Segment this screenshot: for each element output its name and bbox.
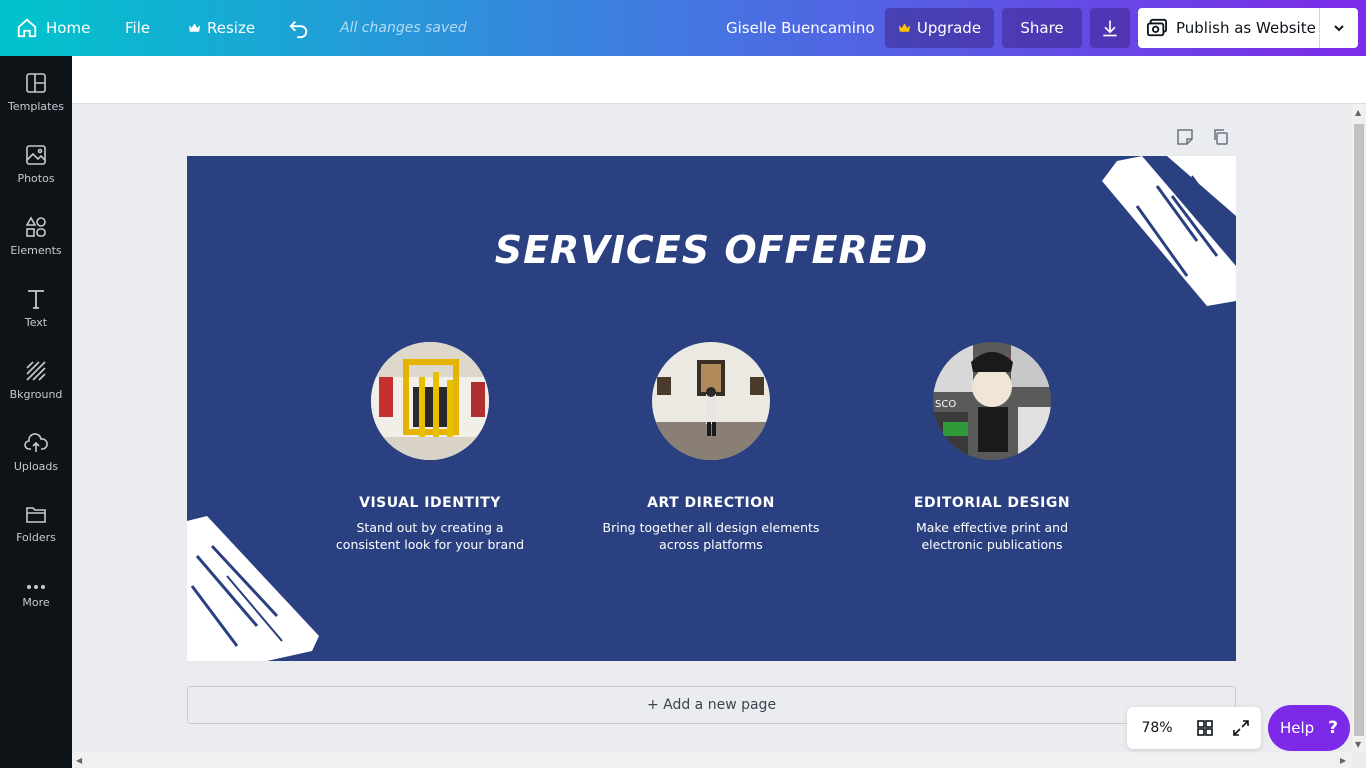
publish-options-button[interactable] [1320,8,1358,48]
duplicate-page-button[interactable] [1212,128,1230,148]
scroll-up-icon[interactable]: ▲ [1355,108,1361,117]
upgrade-label: Upgrade [916,19,982,37]
uploads-icon [24,432,48,452]
scrollbar-thumb[interactable] [1354,124,1364,736]
save-status: All changes saved [340,20,467,36]
scroll-left-icon[interactable]: ◀ [76,756,82,765]
top-toolbar: Home File Resize All changes saved Gisel… [0,0,1366,56]
sidebar-item-label: More [22,595,50,609]
zoom-controls: 78% [1127,707,1261,749]
service-name: EDITORIAL DESIGN [913,495,1071,511]
service-card[interactable]: ART DIRECTION Bring together all design … [591,342,831,553]
sidebar-item-label: Photos [17,171,55,185]
copy-icon [1214,129,1228,145]
home-label: Home [46,19,91,37]
website-icon [1146,18,1167,37]
templates-icon [26,72,46,93]
vertical-scrollbar[interactable]: ▲ ▼ [1352,104,1366,752]
home-button[interactable]: Home [16,0,90,56]
zoom-level[interactable]: 78% [1127,720,1187,736]
add-page-button[interactable]: + Add a new page [187,686,1236,724]
sidebar-item-templates[interactable]: Templates [0,56,72,128]
undo-button[interactable] [288,0,310,56]
folders-icon [26,506,46,523]
service-image: SCO [933,342,1051,460]
scroll-down-icon[interactable]: ▼ [1355,740,1361,749]
sidebar-item-label: Elements [10,243,62,257]
horizontal-scrollbar[interactable]: ◀ ▶ [72,752,1352,768]
sidebar-item-label: Folders [16,530,56,544]
grid-icon [1197,720,1213,736]
service-description-line: consistent look for your brand [335,537,525,552]
expand-icon [1233,720,1249,736]
sidebar-item-elements[interactable]: Elements [0,200,72,272]
background-icon [26,360,46,381]
design-title[interactable]: SERVICES OFFERED [187,228,1236,272]
service-description-line: across platforms [659,537,763,552]
share-label: Share [1020,19,1064,37]
sidebar-item-label: Text [24,315,48,329]
question-icon: ? [1328,718,1339,738]
photos-icon [26,144,46,165]
download-button[interactable] [1090,8,1130,48]
sidebar-item-label: Uploads [13,459,59,473]
resize-label: Resize [207,19,256,37]
upgrade-button[interactable]: Upgrade [885,8,994,48]
text-icon [28,289,44,309]
service-description-line: Stand out by creating a [356,520,504,535]
fullscreen-button[interactable] [1223,707,1259,749]
service-name: VISUAL IDENTITY [359,495,501,511]
brush-stroke-decoration [187,516,319,661]
sidebar-item-background[interactable]: Bkground [0,344,72,416]
grid-view-button[interactable] [1187,707,1223,749]
publish-website-button[interactable]: Publish as Website [1138,8,1358,48]
sidebar-item-label: Bkground [9,387,63,401]
service-name: ART DIRECTION [647,495,775,511]
file-menu-button[interactable]: File [125,0,150,56]
elements-icon [25,215,46,237]
service-description: Make effective print and electronic publ… [872,519,1112,553]
scroll-right-icon[interactable]: ▶ [1340,756,1346,765]
service-description: Stand out by creating a consistent look … [310,519,550,553]
undo-icon [289,20,308,39]
resize-button[interactable]: Resize [188,0,255,56]
sidebar-item-text[interactable]: Text [0,272,72,344]
service-description-line: Make effective print and [915,520,1069,535]
sidebar-item-uploads[interactable]: Uploads [0,416,72,488]
crown-icon [188,23,201,32]
service-description-line: electronic publications [921,537,1063,552]
svg-text:SCO: SCO [935,399,956,410]
sidebar-item-label: Templates [8,99,64,113]
home-icon [17,18,37,38]
sidebar-item-photos[interactable]: Photos [0,128,72,200]
publish-label: Publish as Website [1176,19,1316,37]
file-label: File [125,19,151,37]
service-card[interactable]: SCO EDITORIAL DESIGN Make effective prin… [872,342,1112,553]
note-icon [1177,129,1193,145]
help-button[interactable]: Help ? [1268,705,1350,751]
crown-icon [898,23,910,32]
help-label: Help [1279,719,1315,737]
share-button[interactable]: Share [1002,8,1082,48]
editor-toolbar [72,56,1366,104]
user-name[interactable]: Giselle Buencamino [726,0,875,56]
service-image [371,342,489,460]
download-icon [1103,20,1117,37]
service-image [652,342,770,460]
sidebar: Templates Photos Elements Text Bkground … [0,56,72,768]
service-description: Bring together all design elements acros… [591,519,831,553]
sidebar-item-more[interactable]: More [0,560,72,632]
sidebar-item-folders[interactable]: Folders [0,488,72,560]
service-description-line: Bring together all design elements [602,520,820,535]
service-card[interactable]: VISUAL IDENTITY Stand out by creating a … [310,342,550,553]
more-icon [27,584,45,589]
chevron-down-icon [1334,25,1344,32]
add-note-button[interactable] [1176,128,1194,148]
